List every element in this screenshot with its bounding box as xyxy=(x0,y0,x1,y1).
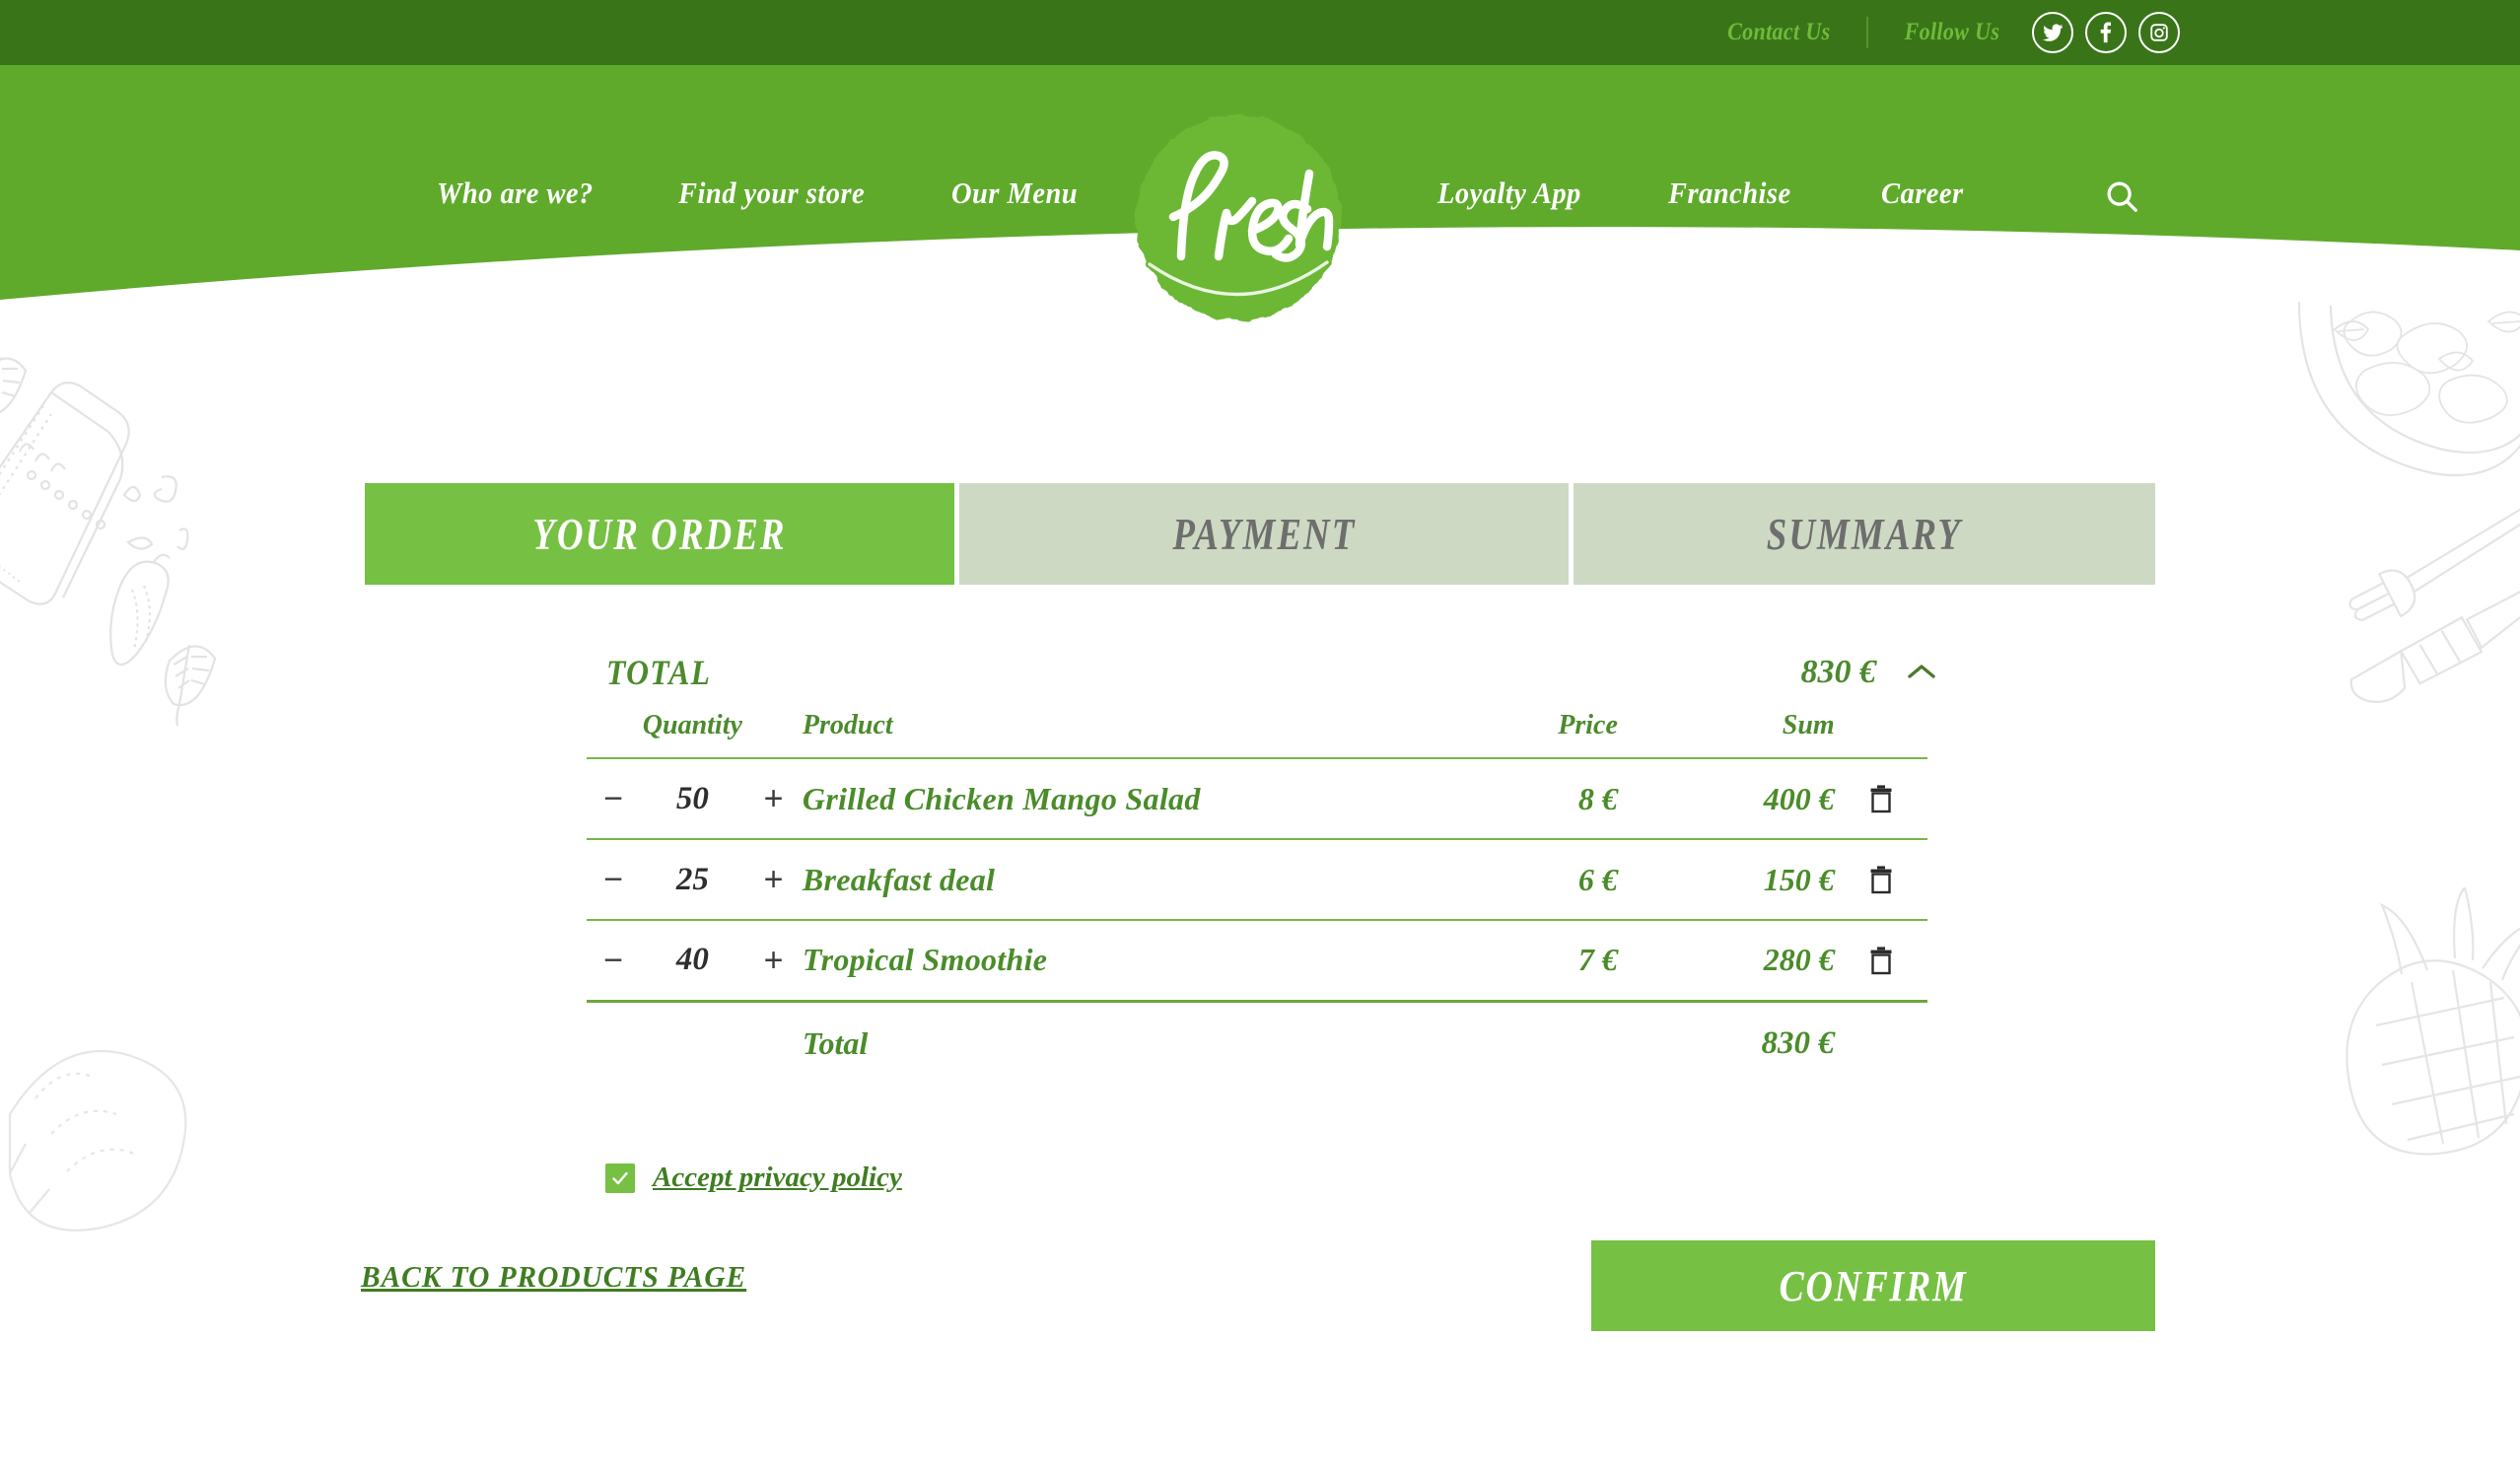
topbar-divider xyxy=(1866,17,1869,48)
col-quantity: Quantity xyxy=(642,710,742,740)
product-price: 6 € xyxy=(1422,838,1618,920)
order-panel: TOTAL 830 € Quantity Product Price Sum − xyxy=(587,641,1967,1086)
social-links xyxy=(2032,12,2180,53)
chevron-up-icon[interactable] xyxy=(1876,648,1967,697)
quantity-value: 40 xyxy=(675,942,709,978)
product-price: 8 € xyxy=(1422,757,1618,839)
twitter-icon[interactable] xyxy=(2032,12,2073,53)
tab-your-order-label: YOUR ORDER xyxy=(532,509,787,559)
order-total-amount: 830 € xyxy=(1800,654,1877,690)
top-utility-bar: Contact Us Follow Us xyxy=(0,0,2520,65)
product-name: Tropical Smoothie xyxy=(802,942,1048,978)
tab-payment-label: PAYMENT xyxy=(1172,509,1356,559)
final-total-label: Total xyxy=(802,1025,869,1062)
nav-item-loyalty-app[interactable]: Loyalty App xyxy=(1437,176,1581,211)
product-sum: 280 € xyxy=(1617,919,1835,1001)
privacy-policy-row: Accept privacy policy xyxy=(605,1162,902,1194)
instagram-icon[interactable] xyxy=(2138,12,2180,53)
increment-button[interactable]: + xyxy=(744,944,803,977)
nav-item-franchise[interactable]: Franchise xyxy=(1668,176,1791,211)
table-row: − 50 + Grilled Chicken Mango Salad 8 € 4… xyxy=(587,757,1927,839)
product-sum: 400 € xyxy=(1617,757,1835,839)
nav-item-our-menu[interactable]: Our Menu xyxy=(951,176,1078,211)
contact-us-link[interactable]: Contact Us xyxy=(1727,19,1830,46)
tab-summary[interactable]: SUMMARY xyxy=(1574,483,2155,585)
trash-icon[interactable] xyxy=(1835,865,1927,894)
trash-icon[interactable] xyxy=(1835,784,1927,813)
product-sum: 150 € xyxy=(1617,838,1835,920)
increment-button[interactable]: + xyxy=(744,863,803,896)
col-product: Product xyxy=(802,710,893,740)
order-total-label: TOTAL xyxy=(606,653,712,692)
increment-button[interactable]: + xyxy=(744,782,803,815)
back-to-products-link[interactable]: BACK TO PRODUCTS PAGE xyxy=(361,1259,746,1295)
decrement-button[interactable]: − xyxy=(587,863,640,896)
search-icon[interactable] xyxy=(2100,176,2143,219)
col-decrement xyxy=(587,704,640,758)
site-logo[interactable] xyxy=(1124,106,1354,333)
tab-summary-label: SUMMARY xyxy=(1766,509,1963,559)
product-price: 7 € xyxy=(1422,919,1618,1001)
trash-icon[interactable] xyxy=(1835,946,1927,975)
quantity-value: 50 xyxy=(675,780,709,816)
decrement-button[interactable]: − xyxy=(587,944,640,977)
checkout-steps-tabs: YOUR ORDER PAYMENT SUMMARY xyxy=(365,483,2155,585)
col-increment xyxy=(744,704,803,758)
col-delete xyxy=(1835,704,1927,758)
quantity-value: 25 xyxy=(675,861,709,897)
product-name: Breakfast deal xyxy=(802,861,996,897)
product-name: Grilled Chicken Mango Salad xyxy=(802,780,1201,816)
table-row: − 40 + Tropical Smoothie 7 € 280 € xyxy=(587,919,1927,1001)
nav-item-who-are-we[interactable]: Who are we? xyxy=(437,176,594,211)
nav-item-career[interactable]: Career xyxy=(1881,176,1964,211)
order-items-table: Quantity Product Price Sum − 50 + Grille… xyxy=(587,704,1927,1086)
confirm-button[interactable]: CONFIRM xyxy=(1591,1240,2155,1331)
decrement-button[interactable]: − xyxy=(587,782,640,815)
table-row: − 25 + Breakfast deal 6 € 150 € xyxy=(587,838,1927,920)
tab-payment[interactable]: PAYMENT xyxy=(959,483,1569,585)
tab-your-order[interactable]: YOUR ORDER xyxy=(365,483,954,585)
table-header-row: Quantity Product Price Sum xyxy=(587,704,1927,758)
col-sum: Sum xyxy=(1782,710,1835,740)
final-total-value: 830 € xyxy=(1617,999,1835,1086)
confirm-button-label: CONFIRM xyxy=(1779,1261,1968,1310)
col-price: Price xyxy=(1558,710,1618,740)
order-total-header: TOTAL 830 € xyxy=(587,641,1967,704)
nav-item-find-your-store[interactable]: Find your store xyxy=(678,176,865,211)
follow-us-link[interactable]: Follow Us xyxy=(1905,19,2000,46)
privacy-policy-link[interactable]: Accept privacy policy xyxy=(653,1162,902,1194)
accept-privacy-checkbox[interactable] xyxy=(605,1162,635,1193)
table-total-row: Total 830 € xyxy=(587,999,1927,1086)
facebook-icon[interactable] xyxy=(2085,12,2127,53)
